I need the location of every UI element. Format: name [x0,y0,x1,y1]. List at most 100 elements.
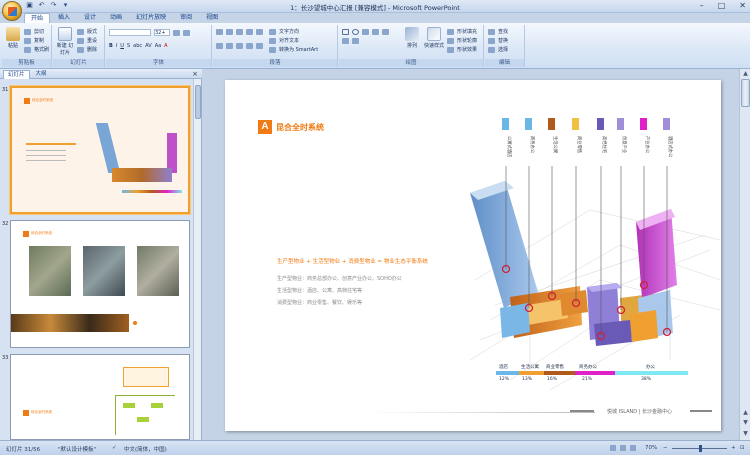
font-size-combo[interactable]: 32+ [154,29,170,36]
legend-label: 生活公寓 [521,365,539,370]
indent-icon[interactable] [236,29,243,35]
spacing-button[interactable]: AV [145,43,152,49]
paste-button[interactable]: 粘贴 [4,27,22,49]
align-right-icon[interactable] [236,43,243,49]
delete-slide-button[interactable]: 删除 [77,46,97,53]
replace-button[interactable]: 替换 [488,37,508,44]
fit-window-icon[interactable]: ⊡ [740,445,745,451]
oval-shape-icon[interactable] [352,29,359,35]
rect-shape-icon[interactable] [342,29,349,35]
layout-button[interactable]: 版式 [77,28,97,35]
slideshow-view-icon[interactable] [630,445,636,451]
font-color-button[interactable]: A [164,43,167,49]
format-painter-button[interactable]: 格式刷 [24,46,49,53]
slide-thumbnail-32[interactable]: 综合全时系统 [10,220,190,348]
panel-scroll-thumb[interactable] [195,85,201,119]
cut-button[interactable]: 剪切 [24,28,44,35]
tab-view[interactable]: 视图 [200,13,224,23]
select-button[interactable]: 选择 [488,46,508,53]
shape-fill-button[interactable]: 形状填充 [447,28,477,35]
close-panel-button[interactable]: × [192,69,198,79]
tab-home[interactable]: 开始 [24,13,51,23]
left-tower [470,181,538,308]
brace-shape-icon[interactable] [352,38,359,44]
maximize-button[interactable]: □ [718,0,726,12]
shrink-font-icon[interactable] [183,29,190,36]
star-shape-icon[interactable] [342,38,349,44]
tab-review[interactable]: 审阅 [174,13,198,23]
thumb-text-line [26,150,66,151]
numbering-icon[interactable] [226,29,233,35]
legend-bar: 酒店 生活公寓 商业零售 商务办公 办公 [496,365,688,375]
sorter-view-icon[interactable] [620,445,626,451]
triangle-shape-icon[interactable] [382,29,389,35]
scroll-up-icon[interactable]: ▲ [740,70,750,77]
clipboard-label: 剪贴板 [2,59,51,67]
tab-insert[interactable]: 插入 [52,13,76,23]
underline-button[interactable]: U [120,43,124,49]
legend-label: 商业零售 [546,365,564,370]
tab-outline[interactable]: 大纲 [32,70,51,79]
office-button[interactable] [2,1,22,21]
legend-label: 酒店 [499,365,508,370]
bullets-icon[interactable] [216,29,223,35]
copy-button[interactable]: 复制 [24,37,44,44]
align-text-button[interactable]: 对齐文本 [269,37,299,44]
arrange-button[interactable]: 排列 [403,27,421,49]
shapes-gallery[interactable] [342,29,398,44]
prev-slide-icon[interactable]: ▲ [740,409,750,416]
font-name-combo[interactable] [109,29,151,36]
columns-icon[interactable] [256,43,263,49]
smartart-button[interactable]: 转换为 SmartArt [269,46,318,53]
arrange-icon [405,27,419,41]
arrow-shape-icon[interactable] [372,29,379,35]
thumb-org-box [123,367,169,387]
bold-button[interactable]: B [109,43,113,49]
grow-font-icon[interactable] [173,29,180,36]
thumb-badge [23,410,29,416]
italic-button[interactable]: I [116,43,117,49]
shape-outline-button[interactable]: 形状轮廓 [447,37,477,44]
align-center-icon[interactable] [226,43,233,49]
shadow-button[interactable]: abc [133,43,142,49]
justify-icon[interactable] [246,43,253,49]
new-slide-button[interactable]: 新建 幻灯片 [56,27,74,56]
slide-thumbnail-33[interactable]: 综合全时系统 [10,354,190,440]
layout-icon [77,28,84,35]
align-left-icon[interactable] [216,43,223,49]
legend-label: 办公 [646,365,655,370]
slide-thumbnail-31[interactable]: 综合全时系统 [10,86,190,214]
editor-scrollbar[interactable]: ▲ ▲ ▼ ▼ [739,69,750,440]
zoom-slider-thumb[interactable] [699,445,702,452]
strikethrough-button[interactable]: S [127,43,130,49]
line-spacing-icon[interactable] [256,29,263,35]
editor-scroll-thumb[interactable] [741,79,750,107]
line-shape-icon[interactable] [362,29,369,35]
outdent-icon[interactable] [246,29,253,35]
quick-styles-button[interactable]: 快速样式 [423,27,445,49]
zoom-out-icon[interactable]: − [663,445,668,451]
find-button[interactable]: 查找 [488,28,508,35]
scroll-down-icon[interactable]: ▼ [740,430,750,437]
spell-check-icon[interactable]: ✓ [112,445,117,451]
tab-design[interactable]: 设计 [78,13,102,23]
zoom-level[interactable]: 70% [645,445,657,451]
close-button[interactable]: ✕ [739,0,746,12]
shape-effects-button[interactable]: 形状效果 [447,46,477,53]
text-direction-button[interactable]: 文字方向 [269,28,299,35]
normal-view-icon[interactable] [610,445,616,451]
change-case-button[interactable]: Aa [155,43,161,49]
thumb-podium [112,168,172,182]
callout-labels: 公寓式酒店 商务办公 生活公寓 商业零售 高档住宅 创意产业 产业办公 酒店式办… [506,136,674,158]
panel-scrollbar[interactable] [193,79,201,440]
thumb-aerial-photo [83,246,125,296]
slide-canvas[interactable]: A 昆合全时系统 生产型物业 + 生活型物业 + 消费型物业 = 物业生态平衡系… [225,80,721,431]
tab-animations[interactable]: 动画 [104,13,128,23]
reset-button[interactable]: 重设 [77,37,97,44]
zoom-in-icon[interactable]: + [731,445,736,451]
tab-slides[interactable]: 幻灯片 [3,70,30,79]
tab-slideshow[interactable]: 幻灯片放映 [130,13,172,23]
reset-icon [77,37,84,44]
next-slide-icon[interactable]: ▼ [740,419,750,426]
minimize-button[interactable]: – [700,0,704,12]
